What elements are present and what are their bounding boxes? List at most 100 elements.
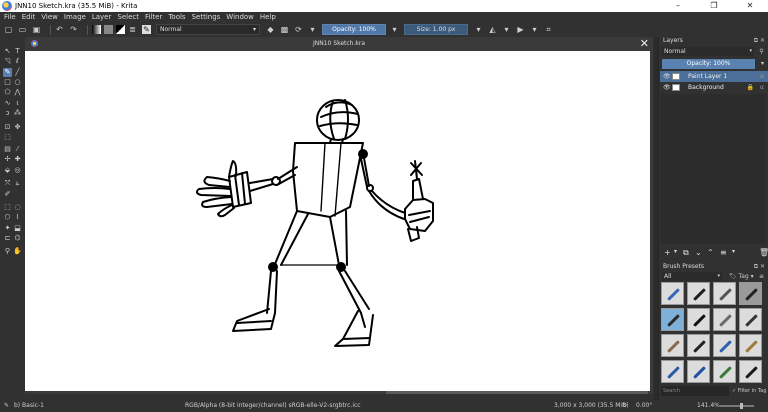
restore-button[interactable]: ❐ — [696, 0, 732, 12]
pattern-swatch[interactable] — [104, 25, 113, 34]
layer-opacity-slider[interactable]: Opacity: 100% — [662, 59, 755, 69]
select-shapes-tool-icon[interactable]: ↖ — [3, 47, 12, 56]
open-document-icon[interactable]: ▭ — [18, 25, 27, 34]
bezier-tool-icon[interactable]: ∿ — [3, 99, 12, 108]
color-picker-tool-icon[interactable]: ⁄ — [13, 145, 22, 154]
layer-properties-icon[interactable]: ≡ — [720, 248, 727, 257]
brush-preset[interactable] — [713, 360, 736, 383]
text-tool-icon[interactable]: T — [13, 47, 22, 56]
visibility-eye-icon[interactable]: 👁 — [663, 82, 671, 93]
move-tool-icon[interactable]: ✥ — [13, 123, 22, 132]
chevron-down-icon[interactable]: ▾ — [732, 248, 735, 255]
brush-preset[interactable] — [739, 334, 762, 357]
menu-help[interactable]: Help — [260, 13, 276, 21]
mirror-horizontal-icon[interactable]: ◭ — [488, 25, 497, 34]
chevron-down-icon[interactable]: ▾ — [530, 25, 539, 34]
chevron-down-icon[interactable]: ▾ — [308, 25, 317, 34]
color-swap-icon[interactable] — [116, 25, 125, 34]
polygon-select-tool-icon[interactable]: ⬡ — [3, 213, 12, 222]
brush-preset[interactable] — [661, 282, 684, 305]
brush-settings-icon[interactable]: ≣ — [128, 25, 137, 34]
bezier-select-tool-icon[interactable]: ⊏ — [3, 234, 12, 243]
brush-preset[interactable] — [687, 334, 710, 357]
lock-icon[interactable]: 🔒 — [747, 82, 754, 93]
preset-search-input[interactable]: Search — [661, 386, 729, 396]
rotation-label[interactable]: 0.00° — [636, 400, 652, 412]
brush-preset[interactable] — [661, 334, 684, 357]
layer-row[interactable]: 👁 Paint Layer 1 α — [660, 71, 768, 82]
current-brush-label[interactable]: b) Basic-1 — [14, 400, 44, 412]
menu-image[interactable]: Image — [64, 13, 86, 21]
brush-preset-selected[interactable] — [661, 308, 684, 331]
brush-preset[interactable] — [687, 360, 710, 383]
chevron-down-icon[interactable]: ▾ — [390, 25, 399, 34]
menu-edit[interactable]: Edit — [22, 13, 36, 21]
chevron-down-icon[interactable]: ▾ — [758, 59, 767, 68]
docker-float-close-icons[interactable]: ⧉ ✕ — [754, 263, 765, 271]
colorize-mask-tool-icon[interactable]: ✚ — [13, 155, 22, 164]
alpha-lock-icon[interactable]: α — [760, 82, 764, 93]
close-window-button[interactable]: ✕ — [732, 0, 768, 12]
freehand-select-tool-icon[interactable]: ⌇ — [13, 213, 22, 222]
docker-float-close-icons[interactable]: ⧉ ✕ — [754, 37, 765, 45]
new-document-icon[interactable]: ▢ — [4, 25, 13, 34]
line-tool-icon[interactable]: ╱ — [13, 68, 22, 77]
preset-view-options-icon[interactable]: ≡ — [757, 272, 766, 281]
menu-tools[interactable]: Tools — [168, 13, 185, 21]
menu-layer[interactable]: Layer — [92, 13, 112, 21]
save-icon[interactable]: ▣ — [32, 25, 41, 34]
wrap-around-icon[interactable]: ⌗ — [544, 25, 553, 34]
rotate-icon[interactable]: ↻ — [622, 400, 627, 412]
zoom-slider-knob[interactable] — [740, 403, 743, 409]
brush-preset[interactable] — [713, 308, 736, 331]
measure-tool-icon[interactable]: ⦛ — [13, 179, 22, 188]
layer-blend-mode-select[interactable]: Normal ▾ — [662, 47, 754, 56]
pan-tool-icon[interactable]: ✋ — [13, 247, 22, 256]
preset-filter-select[interactable]: All ▾ — [662, 272, 722, 281]
menu-filter[interactable]: Filter — [145, 13, 162, 21]
brush-preset[interactable] — [713, 282, 736, 305]
menu-settings[interactable]: Settings — [192, 13, 221, 21]
move-layer-down-icon[interactable]: ⌄ — [695, 248, 702, 257]
filter-in-tag-checkbox[interactable]: ✓ Filter in Tag — [732, 386, 766, 396]
duplicate-layer-icon[interactable]: ⧉ — [683, 248, 689, 258]
reference-tool-icon[interactable]: ✐ — [3, 190, 12, 199]
crop-tool-icon[interactable]: ⊡ — [3, 123, 12, 132]
assistant-tool-icon[interactable]: ⤧ — [3, 179, 12, 188]
magnetic-select-tool-icon[interactable]: ⌬ — [13, 234, 22, 243]
layer-filter-icon[interactable]: ⚲ — [757, 47, 766, 56]
chevron-down-icon[interactable]: ▾ — [674, 248, 677, 255]
gradient-swatch[interactable] — [92, 25, 101, 34]
rectangle-select-tool-icon[interactable]: ⬚ — [3, 203, 12, 212]
menu-window[interactable]: Window — [226, 13, 254, 21]
transform-tool-icon[interactable]: ⬚ — [3, 133, 12, 142]
preserve-alpha-icon[interactable]: ▩ — [280, 25, 289, 34]
contiguous-select-tool-icon[interactable]: ✦ — [3, 224, 12, 233]
brush-preset[interactable] — [687, 282, 710, 305]
move-layer-up-icon[interactable]: ⌃ — [707, 248, 714, 257]
add-layer-icon[interactable]: + — [664, 248, 671, 257]
close-document-button[interactable]: ✕ — [640, 37, 649, 50]
brush-preset[interactable] — [739, 360, 762, 383]
enclose-fill-tool-icon[interactable]: ◎ — [13, 166, 22, 175]
multibrush-tool-icon[interactable]: ⁂ — [13, 109, 22, 118]
delete-layer-icon[interactable]: 🗑 — [759, 248, 768, 257]
tag-menu[interactable]: 🏷 Tag ▾ — [729, 272, 754, 281]
menu-select[interactable]: Select — [117, 13, 139, 21]
redo-icon[interactable]: ↷ — [69, 25, 78, 34]
alpha-lock-icon[interactable]: α — [760, 71, 764, 82]
brush-preset-icon[interactable]: ✎ — [142, 25, 151, 34]
freehand-path-tool-icon[interactable]: ɩ — [13, 99, 22, 108]
polyline-tool-icon[interactable]: ⋀ — [13, 88, 22, 97]
menu-file[interactable]: File — [4, 13, 16, 21]
mirror-vertical-icon[interactable]: ▶ — [516, 25, 525, 34]
freehand-brush-tool-icon[interactable]: ✎ — [3, 68, 12, 77]
zoom-tool-icon[interactable]: ⚲ — [3, 247, 12, 256]
brush-preset[interactable] — [661, 360, 684, 383]
menu-view[interactable]: View — [41, 13, 58, 21]
chevron-down-icon[interactable]: ▾ — [474, 25, 483, 34]
brush-preset[interactable] — [687, 308, 710, 331]
brush-preset[interactable] — [713, 334, 736, 357]
edit-shapes-tool-icon[interactable]: ◹ — [3, 57, 12, 66]
opacity-slider[interactable]: Opacity: 100% — [322, 24, 386, 35]
